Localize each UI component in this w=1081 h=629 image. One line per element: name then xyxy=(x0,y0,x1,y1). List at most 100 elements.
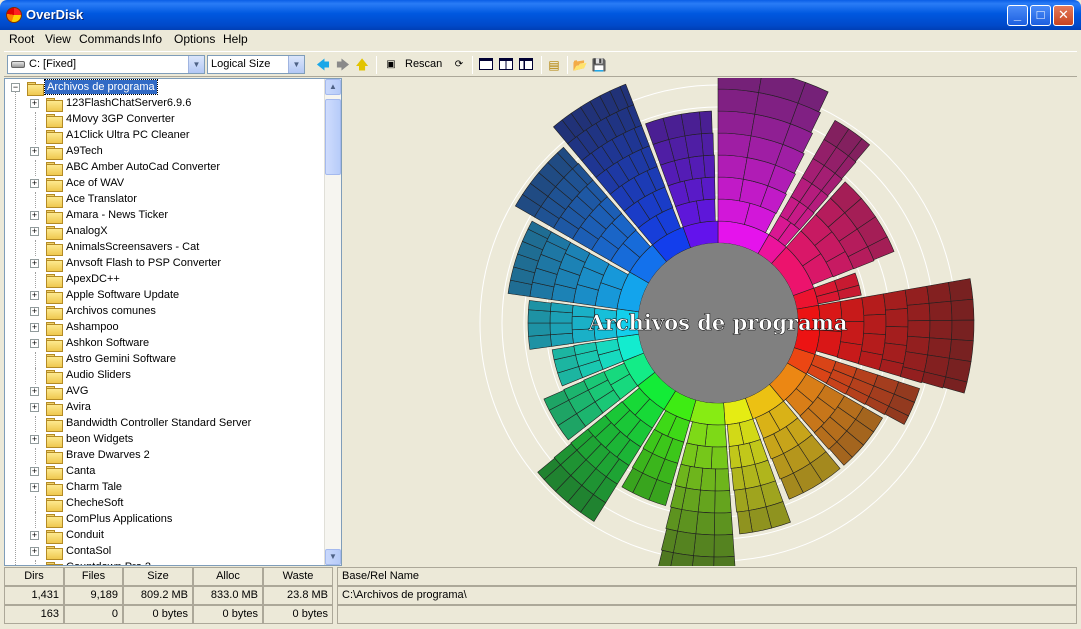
expand-icon[interactable]: + xyxy=(30,547,39,556)
sunburst-segment[interactable] xyxy=(714,468,731,492)
expand-icon[interactable]: + xyxy=(30,179,39,188)
sunburst-segment[interactable] xyxy=(549,322,573,336)
tree-item-label[interactable]: Ace Translator xyxy=(64,192,139,206)
size-mode-select[interactable]: Logical Size ▼ xyxy=(207,55,305,74)
sunburst-segment[interactable] xyxy=(703,154,716,178)
tree-item-label[interactable]: Countdown Pro 2 xyxy=(64,560,153,565)
tree-item-label[interactable]: Charm Tale xyxy=(64,480,124,494)
tree-item[interactable]: + Canta xyxy=(5,464,341,480)
menu-options[interactable]: Options xyxy=(171,32,218,46)
sunburst-segment[interactable] xyxy=(863,313,887,336)
tree-item[interactable]: ComPlus Applications xyxy=(5,512,341,528)
expand-icon[interactable]: + xyxy=(30,467,39,476)
scroll-up-button[interactable]: ▲ xyxy=(325,79,341,95)
tree-item-label[interactable]: Ace of WAV xyxy=(64,176,126,190)
menu-view[interactable]: View xyxy=(42,32,74,46)
sunburst-segment[interactable] xyxy=(885,308,909,328)
tree-item-label[interactable]: AnimalsScreensavers - Cat xyxy=(64,240,201,254)
expand-icon[interactable]: + xyxy=(30,259,39,268)
sunburst-segment[interactable] xyxy=(713,556,737,580)
tree-item[interactable]: ApexDC++ xyxy=(5,272,341,288)
drive-select[interactable]: C: [Fixed] ▼ xyxy=(7,55,205,74)
tree-item[interactable]: + Archivos comunes xyxy=(5,304,341,320)
tree-item-label[interactable]: A9Tech xyxy=(64,144,105,158)
tree-item[interactable]: + Ashampoo xyxy=(5,320,341,336)
tree-item[interactable]: + Ace of WAV xyxy=(5,176,341,192)
expand-icon[interactable]: + xyxy=(30,147,39,156)
tree-item-label[interactable]: Audio Sliders xyxy=(64,368,133,382)
sunburst-segment[interactable] xyxy=(686,421,708,447)
sunburst-segment[interactable] xyxy=(907,320,931,339)
tree-item[interactable]: + Amara - News Ticker xyxy=(5,208,341,224)
expand-icon[interactable]: + xyxy=(30,387,39,396)
tree-item-label[interactable]: Conduit xyxy=(64,528,106,542)
tree-item[interactable]: + AVG xyxy=(5,384,341,400)
tree-item[interactable]: AnimalsScreensavers - Cat xyxy=(5,240,341,256)
tree-item-label[interactable]: Astro Gemini Software xyxy=(64,352,178,366)
folder-zoom-icon[interactable]: ▤ xyxy=(545,56,563,74)
tree-item-label[interactable]: AnalogX xyxy=(64,224,110,238)
tree-item[interactable]: Bandwidth Controller Standard Server xyxy=(5,416,341,432)
split-pane-icon[interactable] xyxy=(499,58,513,70)
sunburst-segment[interactable] xyxy=(928,300,953,321)
sunburst-segment[interactable] xyxy=(717,132,752,158)
tree-item-label[interactable]: Ashkon Software xyxy=(64,336,151,350)
expand-icon[interactable]: + xyxy=(30,483,39,492)
sunburst-segment[interactable] xyxy=(690,555,715,580)
single-pane-icon[interactable] xyxy=(479,58,493,70)
sunburst-segment[interactable] xyxy=(948,339,974,362)
forward-button[interactable]: 🡆 xyxy=(334,56,352,74)
sunburst-segment[interactable] xyxy=(700,176,716,201)
tree-item-label[interactable]: Archivos comunes xyxy=(64,304,158,318)
chevron-down-icon[interactable]: ▼ xyxy=(188,56,204,73)
tree-item-label[interactable]: Brave Dwarves 2 xyxy=(64,448,152,462)
tree-item-label[interactable]: 123FlashChatServer6.9.6 xyxy=(64,96,193,110)
expand-icon[interactable]: + xyxy=(30,307,39,316)
tree-item-label[interactable]: ChecheSoft xyxy=(64,496,125,510)
sunburst-segment[interactable] xyxy=(926,282,952,304)
tree-item[interactable]: + ContaSol xyxy=(5,544,341,560)
menu-help[interactable]: Help xyxy=(220,32,251,46)
sunburst-segment[interactable] xyxy=(717,154,748,180)
tree-item[interactable]: + Avira xyxy=(5,400,341,416)
sunburst-segment[interactable] xyxy=(704,424,727,448)
menu-root[interactable]: Root xyxy=(6,32,37,46)
tree-item[interactable]: Brave Dwarves 2 xyxy=(5,448,341,464)
tree-item[interactable]: + A9Tech xyxy=(5,144,341,160)
tree-item[interactable]: 4Movy 3GP Converter xyxy=(5,112,341,128)
sunburst-segment[interactable] xyxy=(713,512,734,536)
rescan-icon[interactable]: ▣ xyxy=(382,56,400,74)
tree-item-label[interactable]: ComPlus Applications xyxy=(64,512,174,526)
title-bar[interactable]: OverDisk _ □ ✕ xyxy=(0,0,1081,30)
maximize-button[interactable]: □ xyxy=(1030,5,1051,26)
sunburst-segment[interactable] xyxy=(700,467,716,492)
sunburst-segment[interactable] xyxy=(697,489,716,514)
sunburst-segment[interactable] xyxy=(713,534,735,558)
sunburst-segment[interactable] xyxy=(656,549,674,575)
tree-item-label[interactable]: ContaSol xyxy=(64,544,113,558)
tree-item[interactable]: Ace Translator xyxy=(5,192,341,208)
sunburst-segment[interactable] xyxy=(527,309,551,324)
tree-item[interactable]: Audio Sliders xyxy=(5,368,341,384)
tree-item[interactable]: ABC Amber AutoCad Converter xyxy=(5,160,341,176)
refresh-icon[interactable]: ⟳ xyxy=(450,56,468,74)
tree-item[interactable]: + Ashkon Software xyxy=(5,336,341,352)
sunburst-panel[interactable]: Archivos de programa xyxy=(345,66,1077,580)
sunburst-segment[interactable] xyxy=(680,111,702,137)
sunburst-segment[interactable] xyxy=(951,319,975,342)
rescan-button[interactable]: Rescan xyxy=(405,58,442,70)
tree-item-label[interactable]: A1Click Ultra PC Cleaner xyxy=(64,128,191,142)
tree-item[interactable]: Countdown Pro 2 xyxy=(5,560,341,565)
tree-item[interactable]: + Conduit xyxy=(5,528,341,544)
tree-item[interactable]: ChecheSoft xyxy=(5,496,341,512)
sunburst-segment[interactable] xyxy=(701,132,714,156)
tree-scrollbar[interactable]: ▲ ▼ xyxy=(324,79,341,565)
sunburst-segment[interactable] xyxy=(883,289,908,311)
tree-item-label[interactable]: Amara - News Ticker xyxy=(64,208,170,222)
tree-pane-icon[interactable] xyxy=(519,58,533,70)
tree-item-label[interactable]: Canta xyxy=(64,464,97,478)
open-folder-icon[interactable]: 📂 xyxy=(571,56,589,74)
sunburst-segment[interactable] xyxy=(699,110,713,135)
sunburst-chart[interactable]: Archivos de programa xyxy=(345,66,1077,580)
tree-item-label[interactable]: Anvsoft Flash to PSP Converter xyxy=(64,256,223,270)
